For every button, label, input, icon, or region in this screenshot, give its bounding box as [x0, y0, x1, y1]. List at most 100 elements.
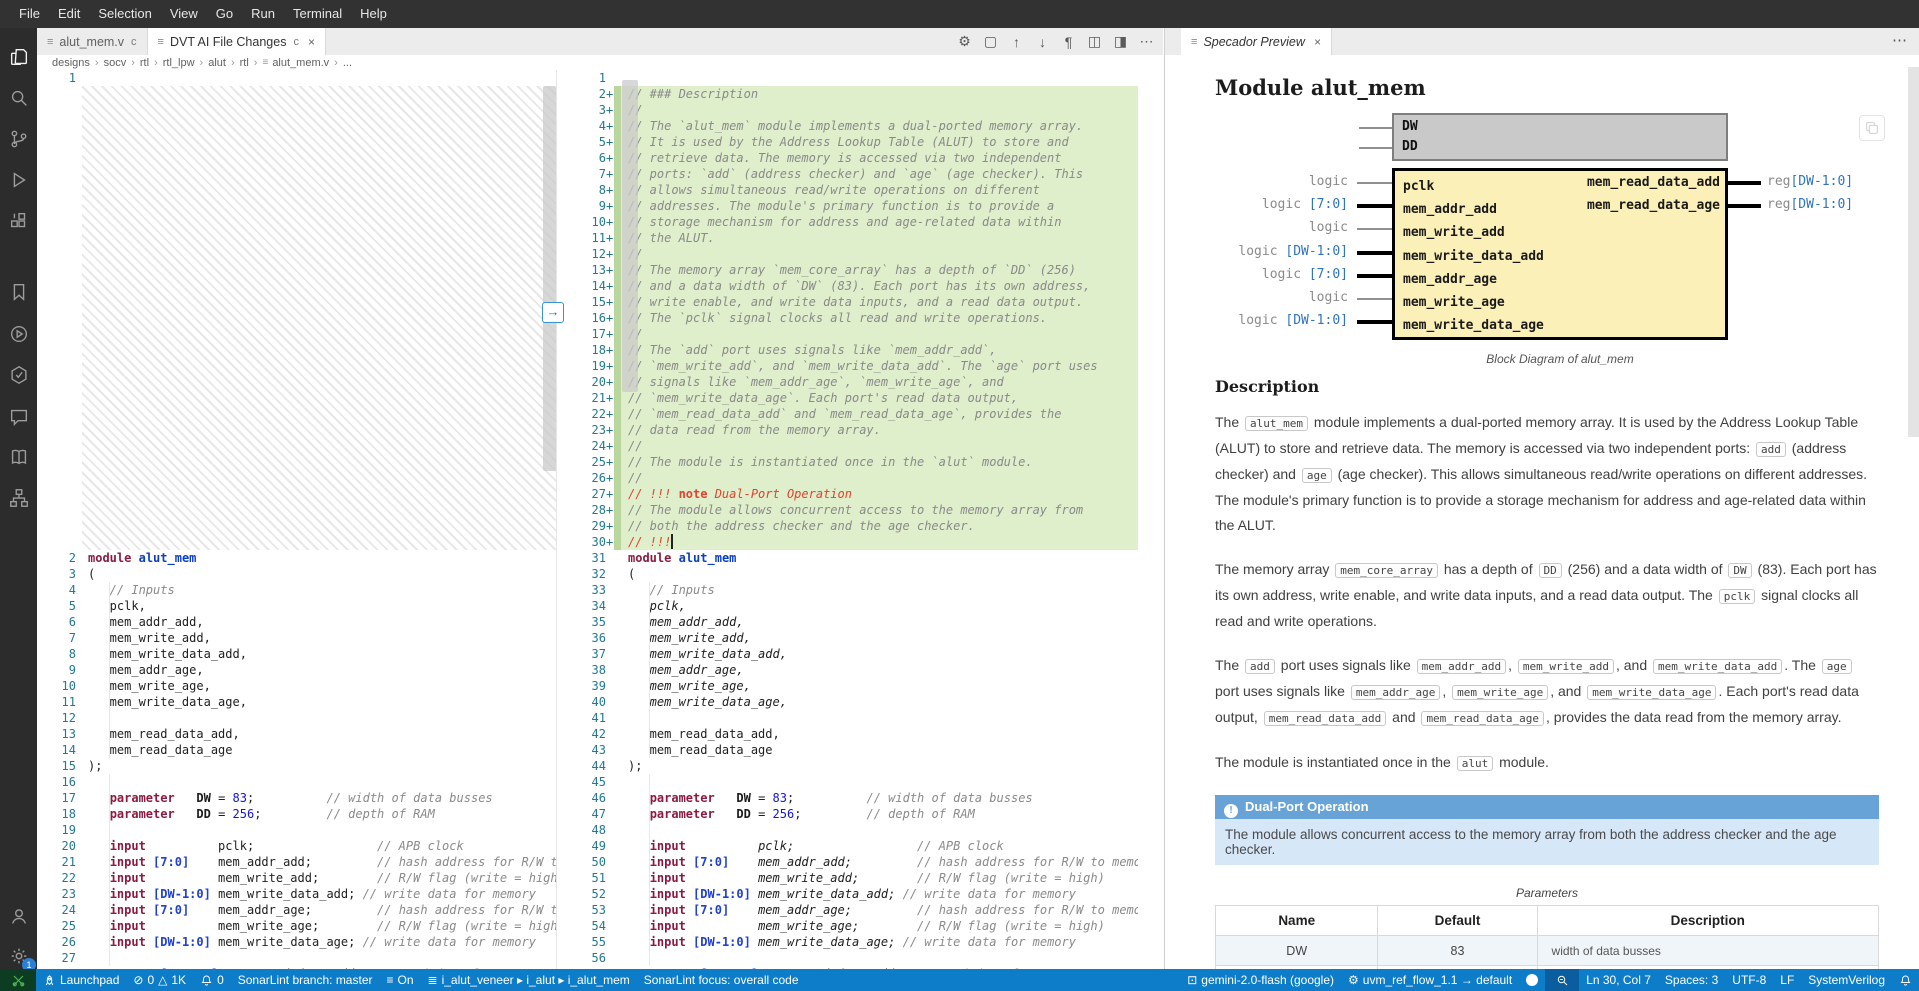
menu-item-terminal[interactable]: Terminal — [284, 0, 351, 28]
next-change-icon[interactable]: ↓ — [1034, 34, 1051, 50]
search-icon[interactable] — [6, 85, 32, 111]
previous-change-icon[interactable]: ↑ — [1008, 34, 1025, 50]
status-item[interactable]: SonarLint focus: overall code — [637, 969, 806, 991]
status-item[interactable]: SonarLint branch: master — [231, 969, 380, 991]
code-line: 13 mem_read_data_add, — [37, 726, 556, 742]
remote-indicator[interactable] — [0, 969, 36, 991]
code-line: 46 parameter DW = 83; // width of data b… — [561, 790, 1163, 806]
tab-specador-preview[interactable]: ≡ Specador Preview × — [1181, 28, 1332, 55]
left-scrollbar-thumb[interactable] — [543, 86, 556, 471]
bookmark-icon[interactable] — [6, 279, 32, 305]
breadcrumb-item[interactable]: ... — [343, 57, 352, 69]
status-item[interactable] — [1892, 969, 1919, 991]
breadcrumb-item[interactable]: designs — [52, 57, 90, 69]
frame-icon[interactable]: ▢ — [982, 33, 999, 50]
description-paragraph: The module is instantiated once in the a… — [1215, 750, 1879, 776]
code-text: mem_addr_age, — [88, 662, 556, 678]
menu-item-edit[interactable]: Edit — [49, 0, 89, 28]
tab-alut-mem-v[interactable]: ≡ alut_mem.v c — [37, 28, 148, 55]
diff-modified-pane[interactable]: 12+// ### Description3+//4+// The `alut_… — [561, 70, 1163, 969]
line-number: 1 — [37, 70, 76, 86]
diagram-input-port-label: mem_write_data_add — [1403, 245, 1725, 268]
specador-preview-panel[interactable]: Module alut_mem DWDD pclkmem_addr_addmem… — [1164, 55, 1919, 969]
added-line-plus: + — [606, 470, 613, 486]
more-actions-icon[interactable]: ⋯ — [1138, 33, 1155, 50]
menu-item-help[interactable]: Help — [351, 0, 396, 28]
settings-gear-icon[interactable]: ⚙ — [956, 33, 973, 50]
line-number: 25 — [570, 454, 606, 470]
breadcrumb[interactable]: designs›socv›rtl›rtl_lpw›alut›rtl›≡alut_… — [37, 55, 1163, 70]
menu-item-view[interactable]: View — [161, 0, 207, 28]
breadcrumb-item[interactable]: rtl — [140, 57, 149, 69]
status-item[interactable] — [1519, 969, 1545, 991]
breadcrumb-item[interactable]: alut — [208, 57, 226, 69]
dvt-hexagon-icon[interactable] — [6, 362, 32, 388]
tab-dvt-ai-file-changes[interactable]: ≡ DVT AI File Changes c × — [148, 28, 326, 55]
source-control-icon[interactable] — [6, 126, 32, 152]
panel-more-actions-icon[interactable]: ⋯ — [1892, 31, 1907, 49]
status-item[interactable]: Spaces: 3 — [1658, 969, 1725, 991]
status-item[interactable]: ⊘0△1K — [126, 969, 193, 991]
close-tab-icon[interactable]: × — [308, 35, 315, 49]
docs-icon[interactable] — [6, 444, 32, 470]
input-signal-type-label: logic — [1309, 220, 1348, 235]
line-number: 5 — [37, 598, 76, 614]
status-item[interactable]: ⚙uvm_ref_flow_1.1 → default — [1341, 969, 1519, 991]
code-line: 22 input mem_write_add; // R/W flag (wri… — [37, 870, 556, 886]
menu-item-run[interactable]: Run — [242, 0, 284, 28]
code-line: 14+// and a data width of `DW` (83). Eac… — [561, 278, 1163, 294]
input-stub-line — [1357, 228, 1392, 230]
right-scrollbar-thumb[interactable] — [622, 80, 638, 392]
whitespace-icon[interactable]: ¶ — [1060, 34, 1077, 50]
input-signal-type-label: logic [7:0] — [1262, 267, 1348, 282]
inline-code-chip: mem_core_array — [1335, 563, 1438, 578]
diff-revert-arrow-button[interactable]: → — [542, 302, 564, 323]
code-text: input [7:0] mem_addr_age; // hash addres… — [88, 902, 556, 918]
menu-item-selection[interactable]: Selection — [89, 0, 160, 28]
code-line: 39 mem_write_age, — [561, 678, 1163, 694]
explorer-icon[interactable] — [6, 44, 32, 70]
status-item[interactable]: LF — [1773, 969, 1801, 991]
status-label: SonarLint branch: master — [238, 973, 373, 987]
hierarchy-icon[interactable] — [6, 485, 32, 511]
split-editor-icon[interactable]: ◨ — [1112, 33, 1129, 50]
table-cell: 83 — [1378, 936, 1537, 966]
status-item[interactable]: Launchpad — [36, 969, 126, 991]
close-tab-icon[interactable]: × — [1314, 35, 1321, 49]
preview-scrollbar-thumb[interactable] — [1908, 67, 1919, 437]
added-line-plus: + — [606, 342, 613, 358]
code-text: // Inputs — [88, 582, 556, 598]
chat-icon[interactable] — [6, 404, 32, 430]
breadcrumb-chevron-icon: › — [131, 57, 135, 69]
status-item[interactable]: ⊡gemini-2.0-flash (google) — [1180, 969, 1341, 991]
input-stub-line — [1357, 251, 1392, 255]
extensions-icon[interactable] — [6, 208, 32, 234]
added-line-plus: + — [606, 534, 613, 550]
run-debug-icon[interactable] — [6, 167, 32, 193]
zoom-control[interactable] — [1545, 969, 1579, 991]
diff-original-pane[interactable]: 12module alut_mem3(4 // Inputs5 pclk,6 m… — [37, 70, 557, 969]
breadcrumb-item[interactable]: socv — [104, 57, 127, 69]
breadcrumb-item[interactable]: alut_mem.v — [272, 57, 329, 69]
open-book-icon[interactable]: ◫ — [1086, 33, 1103, 50]
status-item[interactable]: UTF-8 — [1725, 969, 1773, 991]
breadcrumb-item[interactable]: rtl_lpw — [163, 57, 195, 69]
status-item[interactable]: 0 — [193, 969, 231, 991]
status-item[interactable]: ≣i_alut_veneer ▸ i_alut ▸ i_alut_mem — [421, 969, 637, 991]
menu-item-file[interactable]: File — [10, 0, 49, 28]
diagram-output-port-label: mem_read_data_add — [1587, 171, 1720, 194]
status-item[interactable]: SystemVerilog — [1801, 969, 1892, 991]
menu-item-go[interactable]: Go — [207, 0, 242, 28]
settings-icon[interactable]: 1 — [6, 943, 32, 969]
line-number: 13 — [570, 262, 606, 278]
code-text: input [DW-1:0] mem_write_data_age; // wr… — [628, 934, 1138, 950]
breadcrumb-item[interactable]: rtl — [240, 57, 249, 69]
status-item[interactable]: ≡On — [380, 969, 421, 991]
diff-editor[interactable]: 12module alut_mem3(4 // Inputs5 pclk,6 m… — [37, 70, 1163, 969]
menu-bar: FileEditSelectionViewGoRunTerminalHelp — [0, 0, 1919, 28]
verify-play-icon[interactable] — [6, 321, 32, 347]
code-line: 10+// storage mechanism for address and … — [561, 214, 1163, 230]
status-item[interactable]: Ln 30, Col 7 — [1579, 969, 1658, 991]
account-icon[interactable] — [6, 903, 32, 929]
code-text: input [7:0] mem_addr_add; // hash addres… — [628, 854, 1138, 870]
